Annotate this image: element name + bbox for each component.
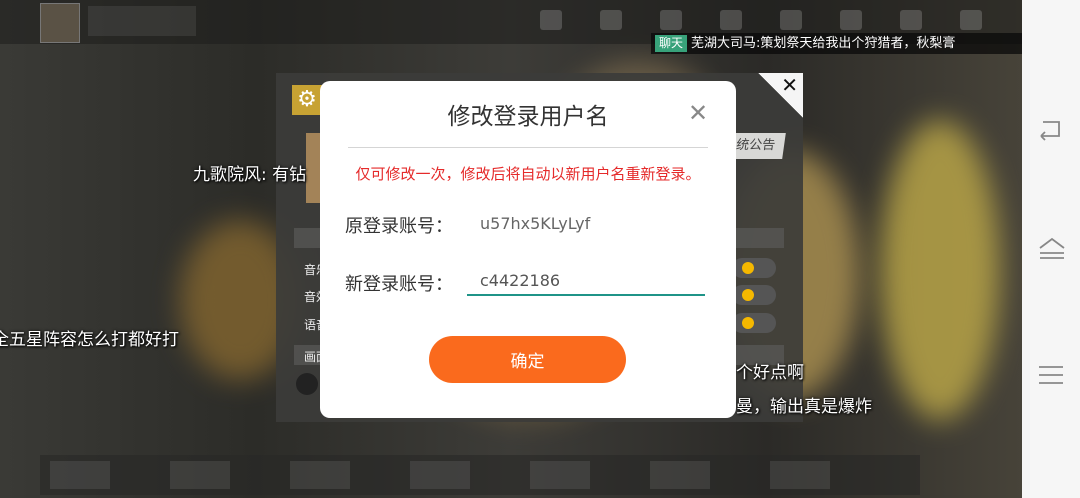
divider bbox=[348, 147, 708, 148]
chat-banner[interactable]: 聊天 芜湖大司马:策划祭天给我出个狩猎者，秋梨膏 bbox=[651, 33, 1022, 54]
system-nav-bar bbox=[1022, 0, 1080, 498]
bottom-menu-item[interactable] bbox=[410, 461, 470, 489]
top-menu-icon[interactable] bbox=[780, 10, 802, 30]
top-menu-icon[interactable] bbox=[660, 10, 682, 30]
graphics-option-radio[interactable] bbox=[296, 373, 318, 395]
bottom-menu-item[interactable] bbox=[50, 461, 110, 489]
warning-text: 仅可修改一次，修改后将自动以新用户名重新登录。 bbox=[355, 165, 701, 183]
home-icon[interactable] bbox=[1022, 223, 1080, 273]
volume-toggle[interactable] bbox=[732, 258, 776, 278]
gear-icon: ⚙ bbox=[292, 85, 322, 115]
menu-icon[interactable] bbox=[1022, 350, 1080, 400]
chat-message: 芜湖大司马:策划祭天给我出个狩猎者，秋梨膏 bbox=[691, 36, 956, 51]
confirm-button[interactable]: 确定 bbox=[429, 336, 626, 383]
old-account-label: 原登录账号： bbox=[345, 216, 453, 237]
danmaku-comment: 个好点啊 bbox=[736, 363, 804, 383]
system-notice-button[interactable]: 统公告 bbox=[730, 133, 786, 159]
danmaku-comment: 九歌院风: 有钻 bbox=[193, 165, 307, 185]
bottom-menu-item[interactable] bbox=[530, 461, 590, 489]
game-background: 聊天 芜湖大司马:策划祭天给我出个狩猎者，秋梨膏 ⚙ ✕ 统公告 音乐 音效 语… bbox=[0, 0, 1022, 498]
top-menu-icon[interactable] bbox=[540, 10, 562, 30]
top-menu-icon[interactable] bbox=[960, 10, 982, 30]
chat-tag: 聊天 bbox=[655, 35, 688, 52]
new-account-label: 新登录账号： bbox=[345, 274, 453, 295]
bottom-menu-item[interactable] bbox=[170, 461, 230, 489]
close-icon[interactable]: ✕ bbox=[688, 99, 708, 127]
dialog-title: 修改登录用户名 bbox=[447, 104, 609, 130]
volume-toggle[interactable] bbox=[732, 285, 776, 305]
player-avatar[interactable] bbox=[40, 3, 80, 43]
background-blur bbox=[880, 120, 1000, 420]
top-menu-icon[interactable] bbox=[840, 10, 862, 30]
danmaku-comment: 全五星阵容怎么打都好打 bbox=[0, 330, 179, 350]
new-account-input[interactable] bbox=[467, 266, 705, 296]
danmaku-comment: 曼，输出真是爆炸 bbox=[736, 397, 872, 417]
top-menu-icon[interactable] bbox=[900, 10, 922, 30]
close-icon: ✕ bbox=[781, 73, 798, 97]
back-icon[interactable] bbox=[1022, 105, 1080, 155]
volume-toggle[interactable] bbox=[732, 313, 776, 333]
bottom-menu-item[interactable] bbox=[770, 461, 830, 489]
top-menu-icon[interactable] bbox=[720, 10, 742, 30]
bottom-menu-bar bbox=[40, 455, 920, 495]
panel-close-button[interactable]: ✕ bbox=[758, 73, 803, 118]
bottom-menu-item[interactable] bbox=[290, 461, 350, 489]
old-account-value: u57hx5KLyLyf bbox=[480, 214, 591, 233]
player-stats bbox=[88, 6, 196, 36]
top-menu-icon[interactable] bbox=[600, 10, 622, 30]
bottom-menu-item[interactable] bbox=[650, 461, 710, 489]
change-username-dialog: 修改登录用户名 ✕ 仅可修改一次，修改后将自动以新用户名重新登录。 原登录账号：… bbox=[320, 81, 736, 418]
